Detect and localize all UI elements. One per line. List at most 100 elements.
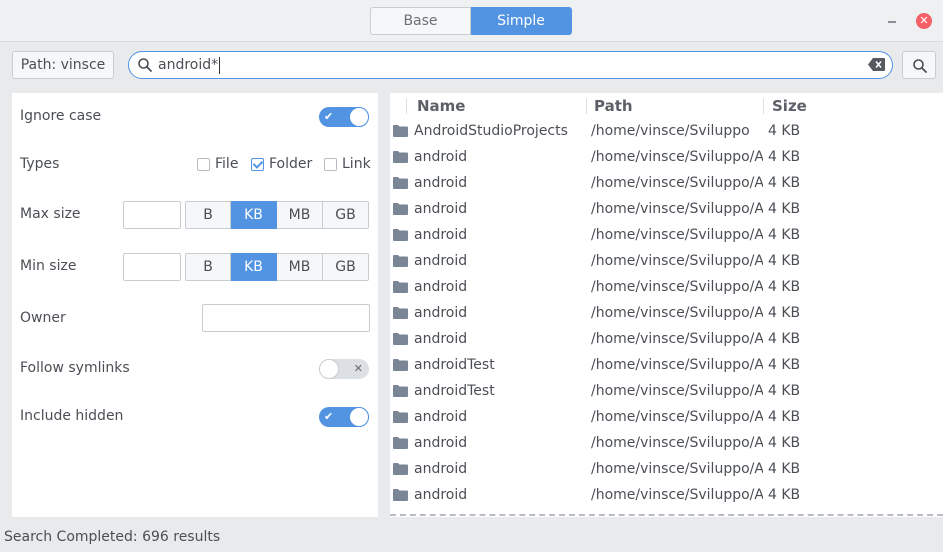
clear-icon[interactable] <box>868 58 885 71</box>
table-row[interactable]: android/home/vinsce/Sviluppo/Android 4 KB <box>390 275 943 301</box>
max-size-units: B KB MB GB <box>185 201 369 229</box>
table-row[interactable]: androidTest/home/vinsce/Sviluppo/Android… <box>390 353 943 379</box>
tab-simple[interactable]: Simple <box>471 7 572 35</box>
cell-name: android <box>414 461 468 477</box>
cell-path: /home/vinsce/Sviluppo/Android <box>591 227 763 243</box>
folder-icon <box>393 333 408 345</box>
cell-name: android <box>414 331 468 347</box>
owner-input[interactable] <box>202 304 370 332</box>
search-button[interactable] <box>902 51 936 79</box>
cell-path: /home/vinsce/Sviluppo/Android <box>591 175 763 191</box>
tab-base[interactable]: Base <box>370 7 471 35</box>
table-row[interactable]: android/home/vinsce/Sviluppo/Android 4 KB <box>390 327 943 353</box>
max-size-unit-kb[interactable]: KB <box>231 201 277 229</box>
close-icon[interactable]: ✕ <box>916 13 932 29</box>
cell-size: 4 KB <box>768 253 801 269</box>
results-table: Name Path Size AndroidStudioProjects/hom… <box>390 93 943 517</box>
cell-name: AndroidStudioProjects <box>414 123 568 139</box>
column-header-path[interactable]: Path <box>594 97 633 115</box>
path-button[interactable]: Path: vinsce <box>12 51 114 79</box>
include-hidden-toggle[interactable]: ✔ <box>319 407 369 427</box>
table-row[interactable]: android/home/vinsce/Sviluppo/Android 4 KB <box>390 223 943 249</box>
folder-icon <box>393 281 408 293</box>
max-size-unit-mb[interactable]: MB <box>277 201 323 229</box>
cell-size: 4 KB <box>768 175 801 191</box>
title-bar: Base Simple ✕ <box>0 0 943 42</box>
type-file-checkbox[interactable]: File <box>197 156 238 172</box>
follow-symlinks-label: Follow symlinks <box>20 360 130 376</box>
type-link-checkbox[interactable]: Link <box>324 156 371 172</box>
cell-name: android <box>414 201 468 217</box>
table-row[interactable]: android/home/vinsce/Sviluppo/Android 4 KB <box>390 197 943 223</box>
cell-size: 4 KB <box>768 123 801 139</box>
cell-size: 4 KB <box>768 461 801 477</box>
max-size-unit-gb[interactable]: GB <box>323 201 369 229</box>
cell-name: android <box>414 305 468 321</box>
owner-label: Owner <box>20 310 66 326</box>
cell-name: androidTest <box>414 383 495 399</box>
table-row[interactable]: android/home/vinsce/Sviluppo/Android 4 KB <box>390 457 943 483</box>
table-row[interactable]: android/home/vinsce/Sviluppo/Android 4 KB <box>390 483 943 509</box>
cell-path: /home/vinsce/Sviluppo/Android <box>591 253 763 269</box>
cell-size: 4 KB <box>768 383 801 399</box>
cell-path: /home/vinsce/Sviluppo/Android <box>591 149 763 165</box>
cell-name: android <box>414 253 468 269</box>
mode-switcher: Base Simple <box>370 7 572 35</box>
cell-name: androidTest <box>414 357 495 373</box>
type-folder-checkbox[interactable]: Folder <box>251 156 312 172</box>
table-row[interactable]: android/home/vinsce/Sviluppo/Android 4 KB <box>390 431 943 457</box>
x-icon: ✕ <box>353 362 363 375</box>
cell-path: /home/vinsce/Sviluppo/Android <box>591 383 763 399</box>
min-size-unit-b[interactable]: B <box>185 253 231 281</box>
min-size-input[interactable] <box>123 253 181 281</box>
status-bar: Search Completed: 696 results <box>4 529 221 545</box>
search-query: android* <box>158 57 221 74</box>
table-row[interactable]: android/home/vinsce/Sviluppo/Android 4 KB <box>390 405 943 431</box>
cell-path: /home/vinsce/Sviluppo/Android <box>591 435 763 451</box>
cell-size: 4 KB <box>768 331 801 347</box>
table-row[interactable]: android/home/vinsce/Sviluppo/Android 4 KB <box>390 301 943 327</box>
min-size-unit-kb[interactable]: KB <box>231 253 277 281</box>
cell-path: /home/vinsce/Sviluppo <box>591 123 750 139</box>
min-size-unit-gb[interactable]: GB <box>323 253 369 281</box>
max-size-label: Max size <box>20 206 81 222</box>
cell-path: /home/vinsce/Sviluppo/Android <box>591 305 763 321</box>
table-row[interactable]: android/home/vinsce/Sviluppo/Android 4 KB <box>390 249 943 275</box>
cell-path: /home/vinsce/Sviluppo/Android <box>591 279 763 295</box>
cell-size: 4 KB <box>768 305 801 321</box>
table-row[interactable]: AndroidStudioProjects/home/vinsce/Svilup… <box>390 119 943 145</box>
cell-size: 4 KB <box>768 435 801 451</box>
cell-name: android <box>414 487 468 503</box>
cell-size: 4 KB <box>768 357 801 373</box>
column-header-name[interactable]: Name <box>417 97 465 115</box>
cell-path: /home/vinsce/Sviluppo/Android <box>591 331 763 347</box>
folder-icon <box>393 125 408 137</box>
folder-icon <box>393 437 408 449</box>
column-header-size[interactable]: Size <box>772 97 807 115</box>
max-size-input[interactable] <box>123 201 181 229</box>
cell-size: 4 KB <box>768 409 801 425</box>
folder-icon <box>393 411 408 423</box>
table-row[interactable]: android/home/vinsce/Sviluppo/Android 4 KB <box>390 145 943 171</box>
cell-path: /home/vinsce/Sviluppo/Android <box>591 461 763 477</box>
cell-size: 4 KB <box>768 487 801 503</box>
folder-icon <box>393 203 408 215</box>
cell-path: /home/vinsce/Sviluppo/Android <box>591 409 763 425</box>
folder-icon <box>393 489 408 501</box>
types-label: Types <box>20 156 60 172</box>
table-row[interactable]: android/home/vinsce/Sviluppo/Android 4 KB <box>390 171 943 197</box>
folder-icon <box>393 177 408 189</box>
folder-icon <box>393 307 408 319</box>
table-row[interactable]: androidTest/home/vinsce/Sviluppo/Android… <box>390 379 943 405</box>
cell-name: android <box>414 435 468 451</box>
cell-size: 4 KB <box>768 201 801 217</box>
search-input[interactable]: android* <box>128 51 893 79</box>
cell-path: /home/vinsce/Sviluppo/Android <box>591 487 763 503</box>
min-size-unit-mb[interactable]: MB <box>277 253 323 281</box>
minimize-icon[interactable] <box>884 13 900 29</box>
options-panel: Ignore case ✔ Types File Folder Link Max… <box>12 93 378 517</box>
follow-symlinks-toggle[interactable]: ✕ <box>319 359 369 379</box>
scroll-edge-indicator <box>390 514 943 516</box>
ignore-case-toggle[interactable]: ✔ <box>319 107 369 127</box>
max-size-unit-b[interactable]: B <box>185 201 231 229</box>
